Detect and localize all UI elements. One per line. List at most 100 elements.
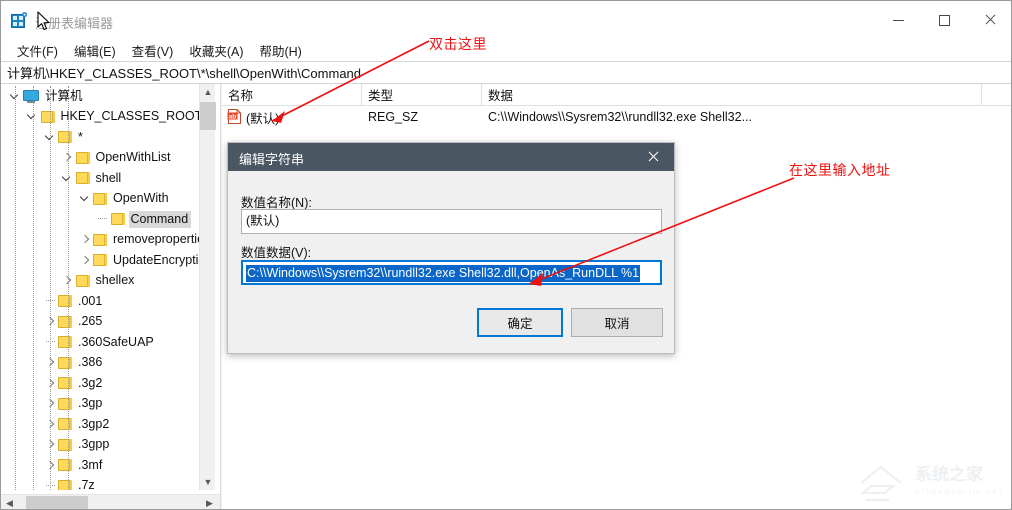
column-header-type[interactable]: 类型 (362, 84, 482, 105)
maximize-button[interactable] (921, 1, 967, 39)
value-name-input[interactable]: (默认) (241, 209, 662, 234)
folder-icon (75, 172, 90, 185)
close-icon (984, 14, 996, 26)
cell-value-data: C:\\Windows\\Sysrem32\\rundll32.exe Shel… (488, 110, 753, 124)
folder-icon (58, 459, 72, 472)
address-bar[interactable]: 计算机\HKEY_CLASSES_ROOT\*\shell\OpenWith\C… (1, 61, 1011, 84)
annotation-type-address-here: 在这里输入地址 (789, 162, 891, 178)
value-data-input[interactable]: C:\\Windows\\Sysrem32\\rundll32.exe Shel… (241, 260, 662, 285)
tree-item-360safeuap[interactable]: .360SafeUAP (1, 332, 199, 353)
cell-value-name: (默认) (246, 111, 280, 126)
value-data-selected-text: C:\\Windows\\Sysrem32\\rundll32.exe Shel… (246, 265, 641, 282)
folder-icon (75, 274, 90, 287)
tree-item-label: .3gpp (78, 437, 110, 452)
tree-item-3g2[interactable]: .3g2 (1, 373, 199, 394)
tree-item-hkey-classes-root[interactable]: HKEY_CLASSES_ROOT (1, 107, 199, 128)
tree-item-label: OpenWith (113, 191, 169, 206)
ok-button[interactable]: 确定 (477, 308, 563, 337)
scroll-right-icon[interactable]: ▶ (201, 495, 218, 509)
tree-item-command[interactable]: Command (1, 209, 199, 230)
folder-icon (110, 213, 125, 226)
tree-item-label: .3mf (78, 457, 103, 472)
tree-item-386[interactable]: .386 (1, 353, 199, 374)
tree-hscroll-thumb[interactable] (26, 496, 88, 509)
tree-item-label: OpenWithList (95, 150, 171, 165)
menu-help[interactable]: 帮助(H) (251, 39, 309, 62)
close-icon (647, 151, 659, 163)
folder-icon (93, 254, 107, 267)
values-list-header: 名称 类型 数据 (222, 84, 1011, 106)
tree-item-3gp2[interactable]: .3gp2 (1, 414, 199, 435)
tree-item-label: HKEY_CLASSES_ROOT (60, 109, 200, 124)
scroll-down-icon[interactable]: ▼ (200, 474, 216, 490)
minimize-icon (892, 19, 904, 21)
folder-icon (58, 315, 72, 328)
chevron-right-icon[interactable] (77, 250, 93, 270)
cancel-button[interactable]: 取消 (571, 308, 663, 337)
tree-item-label: shellex (95, 273, 135, 288)
chevron-down-icon[interactable] (77, 189, 93, 209)
tree-item-label: UpdateEncryptio (113, 252, 199, 267)
menu-view[interactable]: 查看(V) (124, 39, 182, 62)
folder-icon (93, 192, 107, 205)
tree-item-shellex[interactable]: shellex (1, 271, 199, 292)
tree-item-label: .3gp2 (78, 416, 110, 431)
registry-tree[interactable]: 计算机 HKEY_CLASSES_ROOT * OpenWithList shell Op… (1, 86, 199, 490)
folder-icon (58, 397, 72, 410)
folder-icon (40, 110, 55, 123)
tree-horizontal-scrollbar[interactable]: ◀ ▶ (1, 494, 220, 509)
window-title: 注册表编辑器 (35, 16, 114, 31)
tree-item-3gp[interactable]: .3gp (1, 394, 199, 415)
tree-item-shell[interactable]: shell (1, 168, 199, 189)
minimize-button[interactable] (875, 1, 921, 39)
tree-item-[interactable]: * (1, 127, 199, 148)
folder-icon (93, 233, 107, 246)
registry-path: 计算机\HKEY_CLASSES_ROOT\*\shell\OpenWith\C… (7, 66, 362, 81)
cell-value-type: REG_SZ (368, 110, 419, 124)
tree-item-3gpp[interactable]: .3gpp (1, 435, 199, 456)
dialog-close-button[interactable] (632, 143, 674, 171)
close-button[interactable] (967, 1, 1011, 39)
menu-edit[interactable]: 编辑(E) (66, 39, 124, 62)
tree-vscroll-thumb[interactable] (200, 102, 216, 130)
tree-guide-line (15, 86, 16, 490)
tree-item-7z[interactable]: .7z (1, 476, 199, 490)
menu-favorites[interactable]: 收藏夹(A) (181, 39, 251, 62)
tree-item-label: .3g2 (78, 375, 103, 390)
column-header-data[interactable]: 数据 (482, 84, 982, 105)
scroll-up-icon[interactable]: ▲ (200, 84, 216, 100)
tree-item-001[interactable]: .001 (1, 291, 199, 312)
folder-icon (58, 479, 72, 490)
folder-icon (58, 377, 72, 390)
tree-item-label: removepropertie (113, 232, 199, 247)
tree-item-[interactable]: 计算机 (1, 86, 199, 107)
tree-item-label: .360SafeUAP (78, 334, 154, 349)
table-row[interactable]: ab (默认) REG_SZ C:\\Windows\\Sysrem32\\ru… (222, 106, 1011, 128)
column-header-name[interactable]: 名称 (222, 84, 362, 105)
tree-guide-line (50, 86, 51, 490)
folder-icon (58, 356, 72, 369)
tree-item-removepropertie[interactable]: removepropertie (1, 230, 199, 251)
tree-item-openwithlist[interactable]: OpenWithList (1, 148, 199, 169)
tree-item-265[interactable]: .265 (1, 312, 199, 333)
tree-guide-line (32, 86, 34, 490)
scroll-left-icon[interactable]: ◀ (1, 495, 18, 509)
computer-icon (23, 89, 39, 103)
tree-item-label: .386 (78, 355, 103, 370)
dialog-title: 编辑字符串 (239, 152, 305, 167)
edit-string-dialog: 编辑字符串 数值名称(N): (默认) 数值数据(V): C:\\Windows… (227, 142, 675, 354)
window-controls (875, 1, 1011, 39)
tree-item-3mf[interactable]: .3mf (1, 455, 199, 476)
tree-vertical-scrollbar[interactable]: ▲ ▼ (199, 84, 216, 490)
folder-icon (58, 418, 72, 431)
tree-item-openwith[interactable]: OpenWith (1, 189, 199, 210)
registry-editor-icon (11, 12, 28, 28)
tree-leaf-spacer (95, 209, 111, 229)
tree-guide-line (67, 86, 69, 490)
folder-icon (58, 295, 72, 308)
menu-file[interactable]: 文件(F) (9, 39, 66, 62)
chevron-right-icon[interactable] (77, 230, 93, 250)
menubar: 文件(F) 编辑(E) 查看(V) 收藏夹(A) 帮助(H) (1, 39, 1011, 62)
tree-item-updateencryptio[interactable]: UpdateEncryptio (1, 250, 199, 271)
tree-item-label: .265 (78, 314, 103, 329)
